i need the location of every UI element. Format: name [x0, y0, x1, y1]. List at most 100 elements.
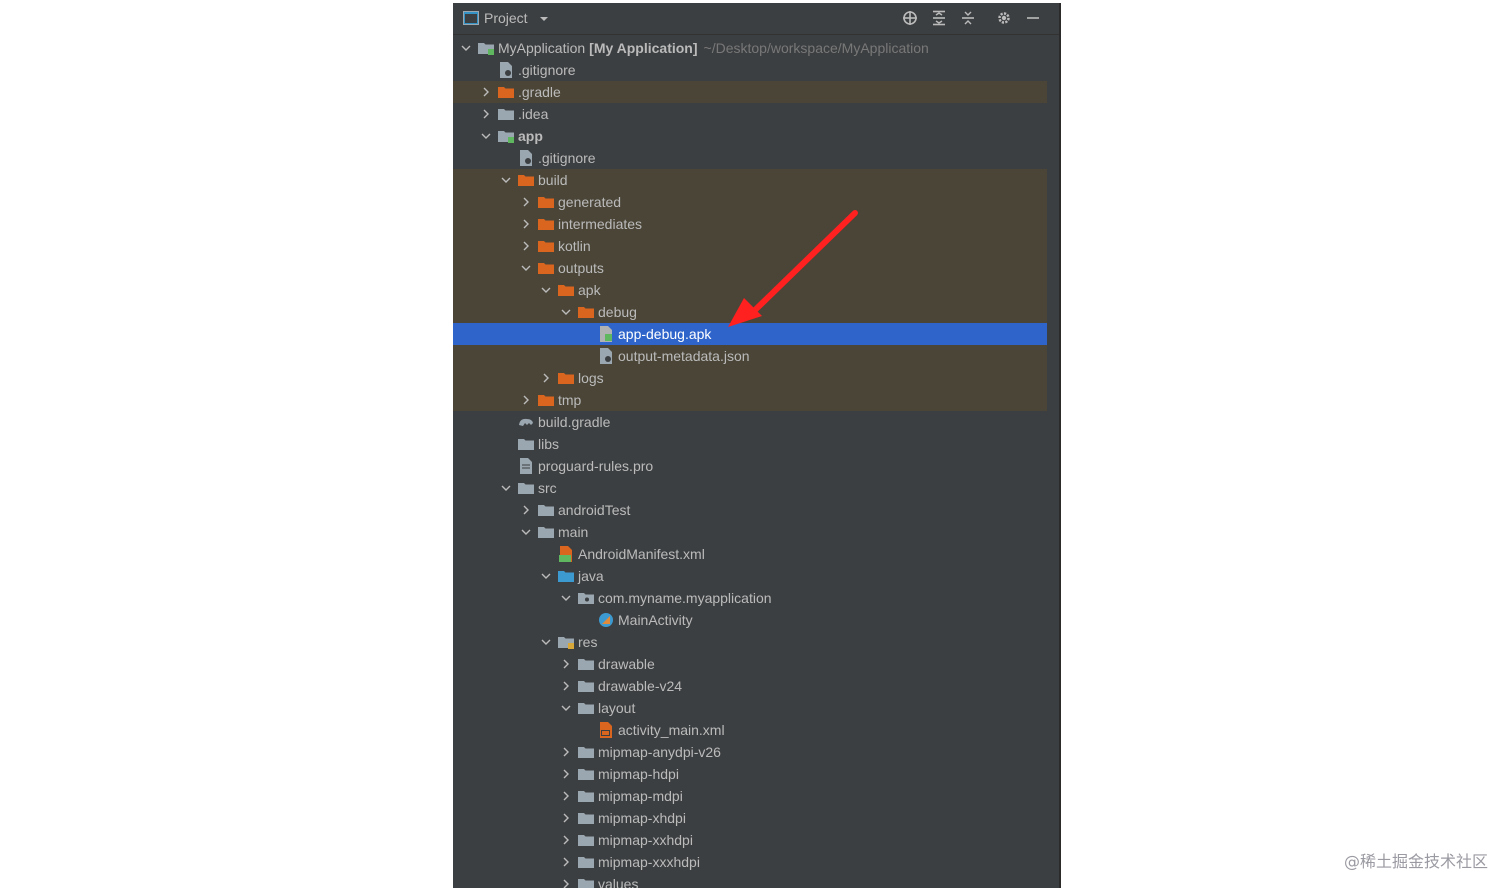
- tree-row[interactable]: libs: [453, 433, 1047, 455]
- chevron-right-icon[interactable]: [560, 746, 572, 758]
- tree-row[interactable]: mipmap-hdpi: [453, 763, 1047, 785]
- tree-row[interactable]: res: [453, 631, 1047, 653]
- chevron-right-icon[interactable]: [560, 878, 572, 888]
- folder-icon: [518, 172, 534, 188]
- folder-icon: [538, 194, 554, 210]
- chevron-down-icon[interactable]: [560, 592, 572, 604]
- tree-row[interactable]: drawable-v24: [453, 675, 1047, 697]
- chevron-down-icon[interactable]: [540, 636, 552, 648]
- tree-row[interactable]: build: [453, 169, 1047, 191]
- tree-row[interactable]: build.gradle: [453, 411, 1047, 433]
- tree-row[interactable]: app-debug.apk: [453, 323, 1047, 345]
- tree-row[interactable]: main: [453, 521, 1047, 543]
- folder-icon: [558, 282, 574, 298]
- folder-icon: [578, 656, 594, 672]
- tree-item-label: outputs: [558, 260, 604, 276]
- chevron-right-icon[interactable]: [560, 790, 572, 802]
- tree-item-label: androidTest: [558, 502, 631, 518]
- chevron-down-icon[interactable]: [540, 284, 552, 296]
- tree-row[interactable]: mipmap-mdpi: [453, 785, 1047, 807]
- tree-row[interactable]: mipmap-xhdpi: [453, 807, 1047, 829]
- locate-icon[interactable]: [901, 9, 919, 27]
- folder-icon: [578, 788, 594, 804]
- tree-row[interactable]: proguard-rules.pro: [453, 455, 1047, 477]
- chevron-down-icon[interactable]: [500, 482, 512, 494]
- chevron-right-icon[interactable]: [480, 86, 492, 98]
- tree-row[interactable]: kotlin: [453, 235, 1047, 257]
- chevron-right-icon[interactable]: [520, 504, 532, 516]
- tree-row[interactable]: .idea: [453, 103, 1047, 125]
- chevron-down-icon[interactable]: [460, 42, 472, 54]
- tree-row[interactable]: tmp: [453, 389, 1047, 411]
- chevron-right-icon[interactable]: [520, 394, 532, 406]
- chevron-down-icon[interactable]: [520, 526, 532, 538]
- chevron-down-icon[interactable]: [560, 306, 572, 318]
- chevron-right-icon[interactable]: [520, 218, 532, 230]
- resources-folder-icon: [558, 634, 574, 650]
- collapse-all-icon[interactable]: [959, 9, 977, 27]
- chevron-down-icon[interactable]: [540, 570, 552, 582]
- tree-row[interactable]: MyApplication [My Application] ~/Desktop/w…: [453, 37, 1047, 59]
- gear-icon[interactable]: [995, 9, 1013, 27]
- minimize-icon[interactable]: [1024, 9, 1042, 27]
- kotlin-class-icon: [598, 612, 614, 628]
- tree-row[interactable]: activity_main.xml: [453, 719, 1047, 741]
- project-view-selector[interactable]: Project: [484, 10, 549, 26]
- tree-row[interactable]: generated: [453, 191, 1047, 213]
- chevron-down-icon[interactable]: [520, 262, 532, 274]
- tree-row[interactable]: outputs: [453, 257, 1047, 279]
- chevron-right-icon[interactable]: [560, 812, 572, 824]
- tree-row[interactable]: androidTest: [453, 499, 1047, 521]
- chevron-right-icon[interactable]: [560, 834, 572, 846]
- tree-row[interactable]: output-metadata.json: [453, 345, 1047, 367]
- chevron-right-icon[interactable]: [560, 768, 572, 780]
- project-tool-window: Project MyApplication [My Application] ~/D…: [453, 3, 1061, 888]
- tree-row[interactable]: .gitignore: [453, 147, 1047, 169]
- chevron-down-icon[interactable]: [480, 130, 492, 142]
- tree-item-label: MainActivity: [618, 612, 693, 628]
- tree-item-label: tmp: [558, 392, 582, 408]
- folder-icon: [498, 84, 514, 100]
- tree-item-label: activity_main.xml: [618, 722, 725, 738]
- chevron-right-icon[interactable]: [540, 372, 552, 384]
- tree-item-label: intermediates: [558, 216, 643, 232]
- tree-row[interactable]: values: [453, 873, 1047, 888]
- tree-row[interactable]: mipmap-xxhdpi: [453, 829, 1047, 851]
- chevron-right-icon[interactable]: [520, 240, 532, 252]
- expand-all-icon[interactable]: [930, 9, 948, 27]
- tree-row[interactable]: src: [453, 477, 1047, 499]
- scrollbar[interactable]: [1049, 36, 1059, 886]
- tree-row[interactable]: AndroidManifest.xml: [453, 543, 1047, 565]
- tree-row[interactable]: drawable: [453, 653, 1047, 675]
- chevron-right-icon[interactable]: [520, 196, 532, 208]
- chevron-down-icon[interactable]: [560, 702, 572, 714]
- chevron-right-icon[interactable]: [560, 680, 572, 692]
- folder-icon: [578, 678, 594, 694]
- project-display-name: [My Application]: [589, 40, 698, 56]
- chevron-down-icon[interactable]: [500, 174, 512, 186]
- tree-item-label: mipmap-xhdpi: [598, 810, 686, 826]
- tree-row[interactable]: mipmap-xxxhdpi: [453, 851, 1047, 873]
- tree-row[interactable]: logs: [453, 367, 1047, 389]
- tree-row[interactable]: apk: [453, 279, 1047, 301]
- tree-row[interactable]: debug: [453, 301, 1047, 323]
- chevron-right-icon[interactable]: [480, 108, 492, 120]
- chevron-right-icon[interactable]: [560, 856, 572, 868]
- module-folder-icon: [478, 40, 494, 56]
- tree-row[interactable]: .gradle: [453, 81, 1047, 103]
- tree-row[interactable]: .gitignore: [453, 59, 1047, 81]
- tree-row[interactable]: java: [453, 565, 1047, 587]
- chevron-right-icon[interactable]: [560, 658, 572, 670]
- tree-row[interactable]: com.myname.myapplication: [453, 587, 1047, 609]
- tree-row[interactable]: intermediates: [453, 213, 1047, 235]
- folder-icon: [538, 524, 554, 540]
- tree-row[interactable]: mipmap-anydpi-v26: [453, 741, 1047, 763]
- tree-row[interactable]: app: [453, 125, 1047, 147]
- project-tree: MyApplication [My Application] ~/Desktop/w…: [453, 36, 1047, 888]
- tree-row[interactable]: MainActivity: [453, 609, 1047, 631]
- folder-icon: [518, 480, 534, 496]
- tree-item-label: mipmap-xxxhdpi: [598, 854, 700, 870]
- tree-item-label: mipmap-hdpi: [598, 766, 679, 782]
- tree-row[interactable]: layout: [453, 697, 1047, 719]
- folder-icon: [578, 810, 594, 826]
